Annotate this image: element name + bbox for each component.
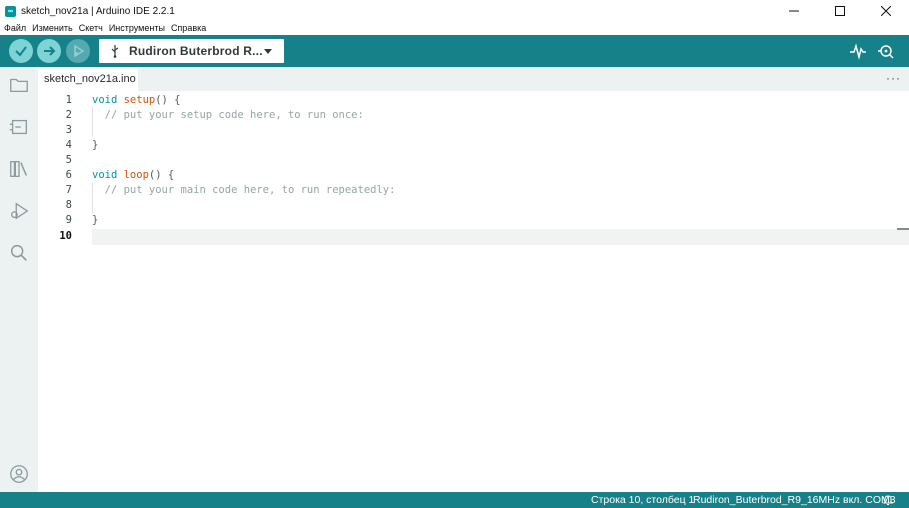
line-number: 5: [65, 154, 72, 166]
serial-plotter-icon: [850, 43, 866, 60]
line-number: 7: [65, 184, 72, 196]
menu-tools[interactable]: Инструменты: [109, 22, 165, 35]
tab-sketch-file[interactable]: sketch_nov21a.ino: [38, 67, 138, 91]
line-number-gutter: 1 2 3 4 5 6 7 8 9 10: [38, 91, 88, 492]
verify-button[interactable]: [9, 39, 33, 63]
line-number: 4: [65, 139, 72, 151]
verify-icon: [15, 46, 27, 57]
line-number: 3: [65, 124, 72, 136]
close-icon: [881, 6, 891, 16]
toolbar: Rudiron Buterbrod R...: [0, 35, 909, 67]
account-icon: [10, 465, 28, 483]
usb-icon: [109, 44, 121, 58]
title-bar: ∞ sketch_nov21a | Arduino IDE 2.2.1: [0, 0, 909, 22]
code-line: }: [92, 139, 99, 151]
cursor-position[interactable]: Строка 10, столбец 1: [591, 494, 694, 506]
serial-plotter-button[interactable]: [849, 42, 867, 60]
current-line-highlight: [92, 229, 909, 245]
line-number: 6: [65, 169, 72, 181]
more-options-button[interactable]: ···: [886, 71, 901, 85]
menu-bar: Файл Изменить Скетч Инструменты Справка: [0, 22, 909, 35]
line-number: 1: [65, 94, 72, 106]
bell-icon[interactable]: [882, 494, 894, 506]
boards-manager-button[interactable]: [7, 115, 31, 139]
menu-edit[interactable]: Изменить: [32, 22, 73, 35]
debug-sidebar-icon: [11, 202, 29, 220]
board-port-status[interactable]: Rudiron_Buterbrod_R9_16MHz вкл. COM3: [693, 494, 896, 506]
debug-button[interactable]: [66, 39, 90, 63]
debug-sidebar-button[interactable]: [7, 199, 31, 223]
maximize-button[interactable]: [817, 0, 863, 22]
minimize-icon: [789, 10, 799, 12]
boards-manager-icon: [9, 119, 27, 135]
folder-icon: [10, 78, 28, 93]
folder-button[interactable]: [7, 73, 31, 97]
chevron-down-icon: [264, 49, 272, 54]
code-line: void loop() {: [92, 169, 175, 181]
window-controls: [771, 0, 909, 22]
board-label: Rudiron Buterbrod R...: [129, 44, 263, 58]
upload-icon: [44, 46, 56, 56]
tab-bar: sketch_nov21a.ino ···: [38, 67, 909, 91]
line-number: 8: [65, 199, 72, 211]
debug-icon: [74, 44, 85, 58]
menu-help[interactable]: Справка: [171, 22, 206, 35]
library-icon: [10, 161, 28, 177]
arduino-logo-icon: ∞: [5, 5, 16, 17]
serial-monitor-button[interactable]: [877, 42, 895, 60]
code-editor[interactable]: 1 2 3 4 5 6 7 8 9 10 void setup() { // p…: [38, 91, 909, 492]
search-button[interactable]: [7, 241, 31, 265]
status-bar: Строка 10, столбец 1 Rudiron_Buterbrod_R…: [0, 492, 909, 508]
serial-monitor-icon: [878, 45, 894, 59]
scrollbar-marker[interactable]: [897, 228, 909, 230]
upload-button[interactable]: [37, 39, 61, 63]
sidebar: [0, 67, 38, 492]
code-line: }: [92, 214, 99, 226]
search-icon: [10, 244, 27, 261]
menu-file[interactable]: Файл: [4, 22, 26, 35]
line-number: 9: [65, 214, 72, 226]
line-number: 2: [65, 109, 72, 121]
account-button[interactable]: [7, 462, 31, 486]
tab-label: sketch_nov21a.ino: [44, 73, 136, 85]
code-comment: // put your setup code here, to run once…: [92, 109, 364, 121]
menu-sketch[interactable]: Скетч: [79, 22, 103, 35]
code-comment: // put your main code here, to run repea…: [92, 184, 396, 196]
minimize-button[interactable]: [771, 0, 817, 22]
window-title: sketch_nov21a | Arduino IDE 2.2.1: [21, 5, 175, 17]
board-selector[interactable]: Rudiron Buterbrod R...: [99, 39, 284, 63]
maximize-icon: [835, 6, 845, 16]
close-button[interactable]: [863, 0, 909, 22]
line-number-active: 10: [59, 230, 72, 242]
code-line: void setup() {: [92, 94, 181, 106]
library-button[interactable]: [7, 157, 31, 181]
